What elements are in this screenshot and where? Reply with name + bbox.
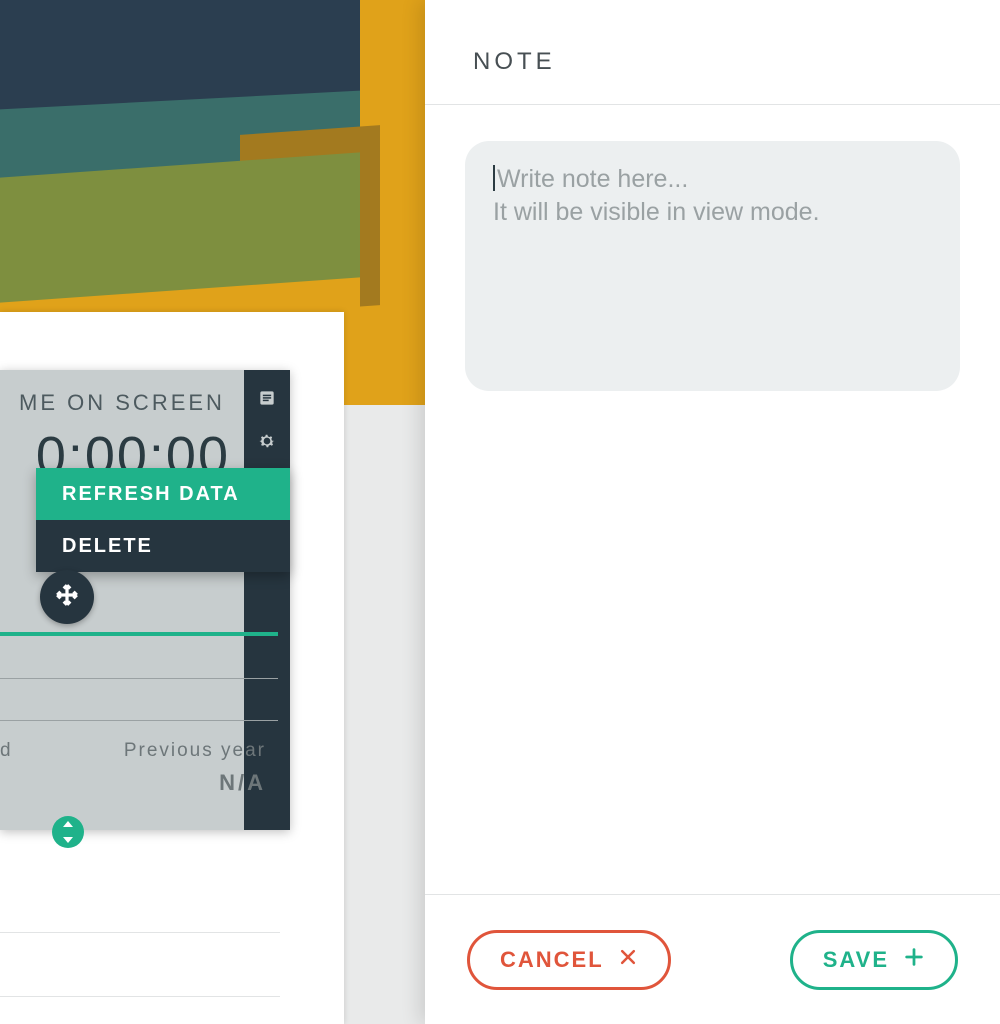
previous-year-value: N/A xyxy=(124,770,266,796)
divider xyxy=(0,720,278,721)
divider xyxy=(0,678,278,679)
menu-refresh-data[interactable]: REFRESH DATA xyxy=(36,468,290,520)
dashboard-background: ME ON SCREEN 0:00:00 REFRESH DATA DELETE… xyxy=(0,0,430,1024)
divider xyxy=(0,932,280,933)
note-side-panel: NOTE Write note here... It will be visib… xyxy=(425,0,1000,1024)
widget-context-menu: REFRESH DATA DELETE xyxy=(36,468,290,572)
note-textarea[interactable]: Write note here... It will be visible in… xyxy=(465,141,960,391)
truncated-label-left: d xyxy=(0,740,13,762)
text-cursor xyxy=(493,165,495,191)
previous-year-label: Previous year xyxy=(124,740,266,762)
panel-title: NOTE xyxy=(473,48,952,76)
cancel-button-label: CANCEL xyxy=(500,947,604,973)
move-handle[interactable] xyxy=(40,570,94,624)
previous-year-block: Previous year N/A xyxy=(124,740,266,796)
resize-handle[interactable] xyxy=(52,816,84,848)
note-icon[interactable] xyxy=(257,388,277,413)
note-placeholder: Write note here... It will be visible in… xyxy=(493,165,820,226)
move-icon xyxy=(54,582,80,613)
save-button[interactable]: SAVE xyxy=(790,930,958,990)
plus-icon xyxy=(903,946,925,974)
save-button-label: SAVE xyxy=(823,947,889,973)
close-icon xyxy=(618,947,638,973)
divider xyxy=(0,996,280,997)
widget-card[interactable]: ME ON SCREEN 0:00:00 REFRESH DATA DELETE… xyxy=(0,370,290,830)
menu-delete[interactable]: DELETE xyxy=(36,520,290,572)
gear-icon[interactable] xyxy=(257,431,277,456)
panel-header: NOTE xyxy=(425,0,1000,105)
cancel-button[interactable]: CANCEL xyxy=(467,930,671,990)
divider xyxy=(0,632,278,636)
panel-footer: CANCEL SAVE xyxy=(425,894,1000,1024)
